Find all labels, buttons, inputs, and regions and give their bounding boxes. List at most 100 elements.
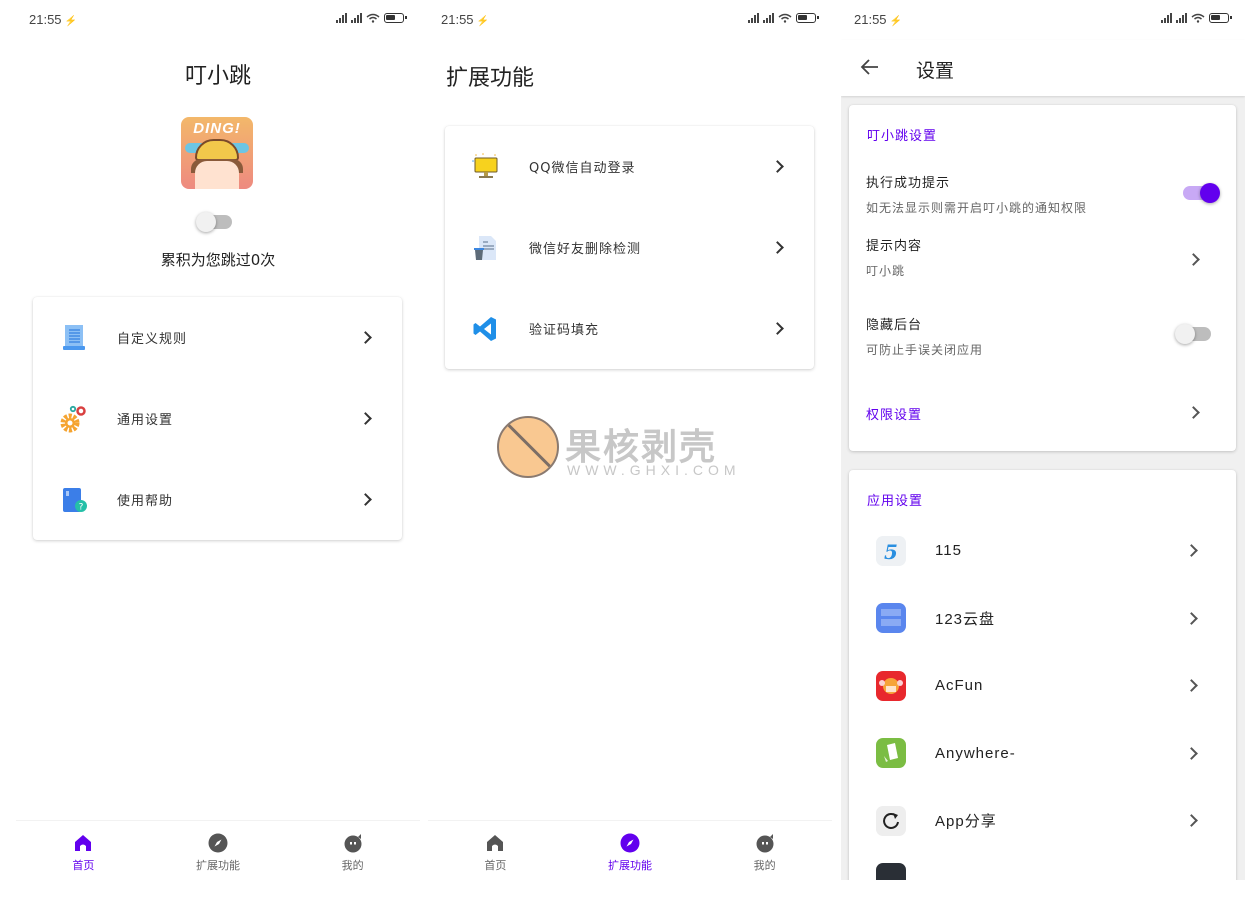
app-anywhere-icon: [876, 738, 906, 769]
skip-count-text: 累积为您跳过0次: [160, 251, 276, 269]
pref-title: 提示内容: [866, 239, 923, 254]
app-row-app-share[interactable]: App分享: [849, 787, 1236, 855]
nav-label: 我的: [341, 859, 364, 872]
app-row-115[interactable]: 5 115: [849, 517, 1236, 585]
gears-icon: [60, 405, 86, 432]
bolt-icon: ⚡: [889, 16, 902, 27]
pref-title: 权限设置: [866, 408, 923, 423]
chevron-right-icon: [771, 241, 784, 254]
nav-extensions[interactable]: 扩展功能: [563, 821, 698, 880]
app-name: AcFun: [935, 677, 984, 695]
menu-item-label: 通用设置: [117, 413, 174, 428]
page-title: 设置: [916, 60, 955, 82]
menu-item-help[interactable]: ? 使用帮助: [33, 459, 402, 540]
battery-icon: [796, 13, 819, 23]
wifi-icon: [778, 13, 792, 23]
app-name: Anywhere-: [935, 744, 1016, 762]
pref-success-hint[interactable]: 执行成功提示 如无法显示则需开启叮小跳的通知权限: [866, 172, 1236, 216]
wifi-icon: [366, 13, 380, 23]
compass-icon: [620, 833, 640, 853]
watermark-en: WWW.GHXI.COM: [567, 462, 741, 478]
nav-profile[interactable]: 我的: [285, 821, 420, 880]
signal-icon: [748, 13, 759, 23]
page-title: 叮小跳: [184, 64, 251, 89]
chevron-right-icon: [1185, 544, 1198, 558]
app-name: 123云盘: [935, 610, 996, 628]
status-time: 21:55 ⚡: [29, 12, 77, 27]
svg-text:5: 5: [884, 540, 898, 564]
nav-profile[interactable]: 我的: [697, 821, 832, 880]
status-time: 21:55 ⚡: [441, 12, 489, 27]
bolt-icon: ⚡: [64, 16, 77, 27]
status-bar: 21:55 ⚡: [428, 10, 832, 30]
pref-hint-content[interactable]: 提示内容 叮小跳: [866, 235, 1236, 295]
app-bar: 设置: [841, 40, 1245, 96]
status-bar: 21:55 ⚡: [841, 10, 1245, 30]
help-book-icon: ?: [63, 487, 87, 512]
home-icon: [75, 835, 92, 851]
hide-background-toggle[interactable]: [1175, 324, 1211, 344]
menu-item-label: 微信好友删除检测: [529, 242, 642, 257]
status-time: 21:55 ⚡: [854, 12, 902, 27]
app-115-icon: 5: [876, 535, 906, 566]
app-logo: DING!: [181, 117, 253, 189]
arrow-left-icon[interactable]: [859, 56, 881, 78]
chevron-right-icon: [359, 493, 372, 506]
chevron-right-icon: [771, 160, 784, 173]
menu-item-friend-check[interactable]: 微信好友删除检测: [445, 207, 814, 288]
home-screen: 21:55 ⚡ 叮小跳 DING! 累积为您跳过0次 自定义规则 通用设置 ? …: [16, 0, 420, 897]
pref-permission-settings[interactable]: 权限设置: [866, 404, 1236, 424]
chevron-right-icon: [1185, 746, 1198, 760]
menu-item-general-settings[interactable]: 通用设置: [33, 378, 402, 459]
profile-icon: [756, 834, 774, 853]
document-trash-icon: [474, 235, 496, 260]
status-bar: 21:55 ⚡: [16, 10, 420, 30]
pref-subtitle: 如无法显示则需开启叮小跳的通知权限: [866, 201, 1088, 215]
nav-label: 我的: [753, 859, 776, 872]
section-title: 应用设置: [867, 494, 924, 509]
menu-item-label: 自定义规则: [117, 332, 188, 347]
nav-home[interactable]: 首页: [428, 821, 563, 880]
signal-icon: [351, 13, 362, 23]
document-list-icon: [63, 324, 85, 350]
app-acfun-icon: [876, 670, 906, 701]
app-icon: [876, 862, 906, 880]
logo-text: DING!: [193, 120, 241, 137]
nav-home[interactable]: 首页: [16, 821, 151, 880]
service-toggle[interactable]: [196, 212, 232, 232]
app-row-acfun[interactable]: AcFun: [849, 652, 1236, 720]
app-row-123pan[interactable]: 123云盘: [849, 585, 1236, 653]
home-menu-card: 自定义规则 通用设置 ? 使用帮助: [33, 297, 402, 540]
signal-icon: [1176, 13, 1187, 23]
settings-screen: 21:55 ⚡ 设置 叮小跳设置 执行成功提示 如无法显示则需开启叮小跳的通知权限…: [841, 0, 1245, 880]
profile-icon: [344, 834, 362, 853]
menu-item-auto-login[interactable]: QQ微信自动登录: [445, 126, 814, 207]
watermark: 果核剥壳 WWW.GHXI.COM: [497, 416, 759, 480]
section-title: 叮小跳设置: [867, 129, 938, 144]
extensions-screen: 21:55 ⚡ 扩展功能 QQ微信自动登录 微信好友删除检测 验证码填充 果核剥…: [428, 0, 832, 897]
app-share-icon: [876, 805, 906, 836]
page-title: 扩展功能: [446, 66, 535, 91]
dingxiaotiao-settings-card: 叮小跳设置 执行成功提示 如无法显示则需开启叮小跳的通知权限 提示内容 叮小跳 …: [849, 105, 1236, 451]
nav-label: 扩展功能: [196, 859, 240, 872]
signal-icon: [763, 13, 774, 23]
app-123pan-icon: [876, 603, 906, 634]
vscode-icon: [473, 316, 496, 341]
app-row-partial: [849, 855, 1236, 880]
menu-item-label: QQ微信自动登录: [529, 161, 636, 176]
chevron-right-icon: [1185, 679, 1198, 693]
menu-item-custom-rules[interactable]: 自定义规则: [33, 297, 402, 378]
battery-icon: [1209, 13, 1232, 23]
pref-title: 执行成功提示: [866, 176, 951, 191]
watermark-logo-icon: [497, 416, 559, 478]
menu-item-label: 验证码填充: [529, 323, 600, 338]
home-icon: [487, 835, 504, 851]
menu-item-captcha-fill[interactable]: 验证码填充: [445, 288, 814, 369]
extensions-menu-card: QQ微信自动登录 微信好友删除检测 验证码填充: [445, 126, 814, 369]
signal-icon: [1161, 13, 1172, 23]
bottom-nav: 首页 扩展功能 我的: [16, 820, 420, 880]
nav-extensions[interactable]: 扩展功能: [151, 821, 286, 880]
svg-text:?: ?: [79, 502, 84, 512]
app-row-anywhere[interactable]: Anywhere-: [849, 720, 1236, 788]
success-hint-toggle[interactable]: [1183, 183, 1220, 203]
